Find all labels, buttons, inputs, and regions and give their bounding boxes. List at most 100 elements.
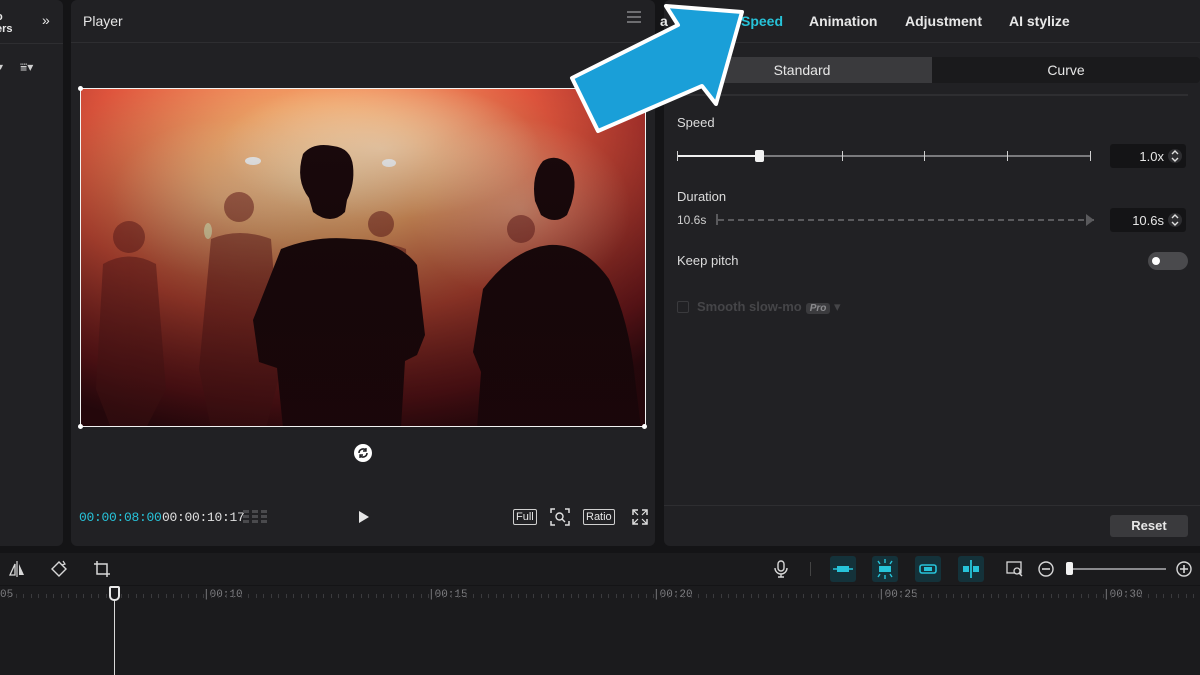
zoom-fit-icon[interactable] xyxy=(550,508,570,526)
ruler-minor-tick xyxy=(825,594,827,598)
resize-handle[interactable] xyxy=(78,424,83,429)
keep-pitch-toggle[interactable] xyxy=(1148,252,1188,270)
ruler-minor-tick xyxy=(623,594,624,598)
ruler-minor-tick xyxy=(668,594,669,598)
ruler-minor-tick xyxy=(1178,594,1179,598)
zoom-in-icon[interactable] xyxy=(1175,560,1193,578)
tab-adjustment[interactable]: Adjustment xyxy=(905,13,982,29)
tab-animation[interactable]: Animation xyxy=(809,13,877,29)
ruler-minor-tick xyxy=(308,594,309,598)
ratio-button[interactable]: Ratio xyxy=(583,509,615,525)
ruler-minor-tick xyxy=(578,594,579,598)
ruler-minor-tick xyxy=(600,594,602,598)
smooth-slow-mo-checkbox[interactable] xyxy=(677,301,689,313)
ruler-minor-tick xyxy=(233,594,234,598)
ruler-minor-tick xyxy=(953,594,954,598)
zoom-out-icon[interactable] xyxy=(1037,560,1055,578)
speed-slider-thumb[interactable] xyxy=(755,150,764,162)
ruler-minor-tick xyxy=(480,594,482,598)
ruler-minor-tick xyxy=(660,594,662,598)
ruler-minor-tick xyxy=(1035,594,1037,598)
playhead-handle[interactable] xyxy=(109,586,120,601)
mirror-icon[interactable] xyxy=(8,560,26,578)
ruler-minor-tick xyxy=(458,594,459,598)
ruler-minor-tick xyxy=(810,594,812,598)
ruler-minor-tick xyxy=(495,594,497,598)
chevron-down-icon[interactable]: ▾ xyxy=(0,62,3,73)
rotate-icon[interactable] xyxy=(50,560,68,578)
duration-input[interactable]: 10.6s xyxy=(1110,208,1186,232)
ruler-minor-tick xyxy=(593,594,594,598)
auto-snap-toggle[interactable] xyxy=(872,556,898,582)
ruler-minor-tick xyxy=(1185,594,1187,598)
zoom-slider-track[interactable] xyxy=(1068,568,1166,570)
ruler-minor-tick xyxy=(1050,594,1052,598)
stepper-icon[interactable] xyxy=(1168,211,1182,229)
main-track-magnet-toggle[interactable] xyxy=(830,556,856,582)
ruler-minor-tick xyxy=(150,594,152,598)
smooth-slow-mo-option: Smooth slow-mo Pro ▾ xyxy=(677,299,841,315)
ruler-minor-tick xyxy=(705,594,707,598)
inspector-panel: a Speed Animation Adjustment AI stylize … xyxy=(660,0,1200,546)
ruler-minor-tick xyxy=(1133,594,1134,598)
tab-partial-hidden[interactable]: a xyxy=(660,13,668,29)
ruler-minor-tick xyxy=(908,594,909,598)
play-icon[interactable] xyxy=(357,509,371,525)
double-chevron-right-icon[interactable]: » xyxy=(42,12,50,28)
ruler-minor-tick xyxy=(750,594,752,598)
speed-input[interactable]: 1.0x xyxy=(1110,144,1186,168)
linkage-toggle[interactable] xyxy=(915,556,941,582)
ruler-minor-tick xyxy=(990,594,992,598)
ruler-minor-tick xyxy=(1065,594,1067,598)
ruler-minor-tick xyxy=(743,594,744,598)
panel-label: o ers xyxy=(0,11,13,35)
chevron-down-icon: ▾ xyxy=(834,299,841,314)
ruler-minor-tick xyxy=(638,594,639,598)
ruler-minor-tick xyxy=(330,594,332,598)
ruler-minor-tick xyxy=(465,594,467,598)
zoom-slider-thumb[interactable] xyxy=(1066,562,1073,575)
hamburger-menu-icon[interactable] xyxy=(627,11,641,23)
video-preview[interactable] xyxy=(80,88,646,427)
reset-button[interactable]: Reset xyxy=(1110,515,1188,537)
ruler-minor-tick xyxy=(1103,594,1104,598)
ruler-minor-tick xyxy=(15,594,17,598)
ruler-minor-tick xyxy=(210,594,212,598)
ruler-minor-tick xyxy=(1193,594,1194,598)
ruler-minor-tick xyxy=(878,594,879,598)
slider-tick xyxy=(1090,151,1091,161)
ruler-minor-tick xyxy=(90,594,92,598)
divider xyxy=(664,505,1200,506)
full-button[interactable]: Full xyxy=(513,509,537,525)
ruler-minor-tick xyxy=(158,594,159,598)
stepper-icon[interactable] xyxy=(1168,147,1182,165)
standard-mode-tab[interactable]: Standard xyxy=(668,57,936,83)
total-timecode: 00:00:10:17 xyxy=(162,510,245,525)
timeline-ruler[interactable]: 05 |00:10 |00:15 |00:20 |00:25 |00:30 xyxy=(0,586,1200,675)
crop-icon[interactable] xyxy=(93,560,111,578)
filter-icon[interactable]: ⩸▾ xyxy=(20,60,33,75)
ruler-minor-tick xyxy=(1118,594,1119,598)
tab-speed[interactable]: Speed xyxy=(741,13,783,29)
ruler-minor-tick xyxy=(338,594,339,598)
ruler-minor-tick xyxy=(1163,594,1164,598)
zoom-to-fit-icon[interactable] xyxy=(1006,560,1024,578)
preview-axis-toggle[interactable] xyxy=(958,556,984,582)
ruler-minor-tick xyxy=(383,594,384,598)
ruler-minor-tick xyxy=(405,594,407,598)
ruler-minor-tick xyxy=(510,594,512,598)
fullscreen-icon[interactable] xyxy=(632,509,648,525)
resize-handle[interactable] xyxy=(642,424,647,429)
resize-handle[interactable] xyxy=(642,86,647,91)
tab-ai-stylize[interactable]: AI stylize xyxy=(1009,13,1070,29)
ruler-minor-tick xyxy=(1080,594,1082,598)
curve-mode-tab[interactable]: Curve xyxy=(932,57,1200,83)
ruler-minor-tick xyxy=(533,594,534,598)
ruler-minor-tick xyxy=(225,594,227,598)
duration-track xyxy=(718,219,1094,221)
waveform-grid-icon[interactable] xyxy=(243,509,267,525)
microphone-icon[interactable] xyxy=(772,560,790,578)
resize-handle[interactable] xyxy=(78,86,83,91)
slider-tick xyxy=(677,151,678,161)
rotate-icon[interactable] xyxy=(354,444,372,462)
